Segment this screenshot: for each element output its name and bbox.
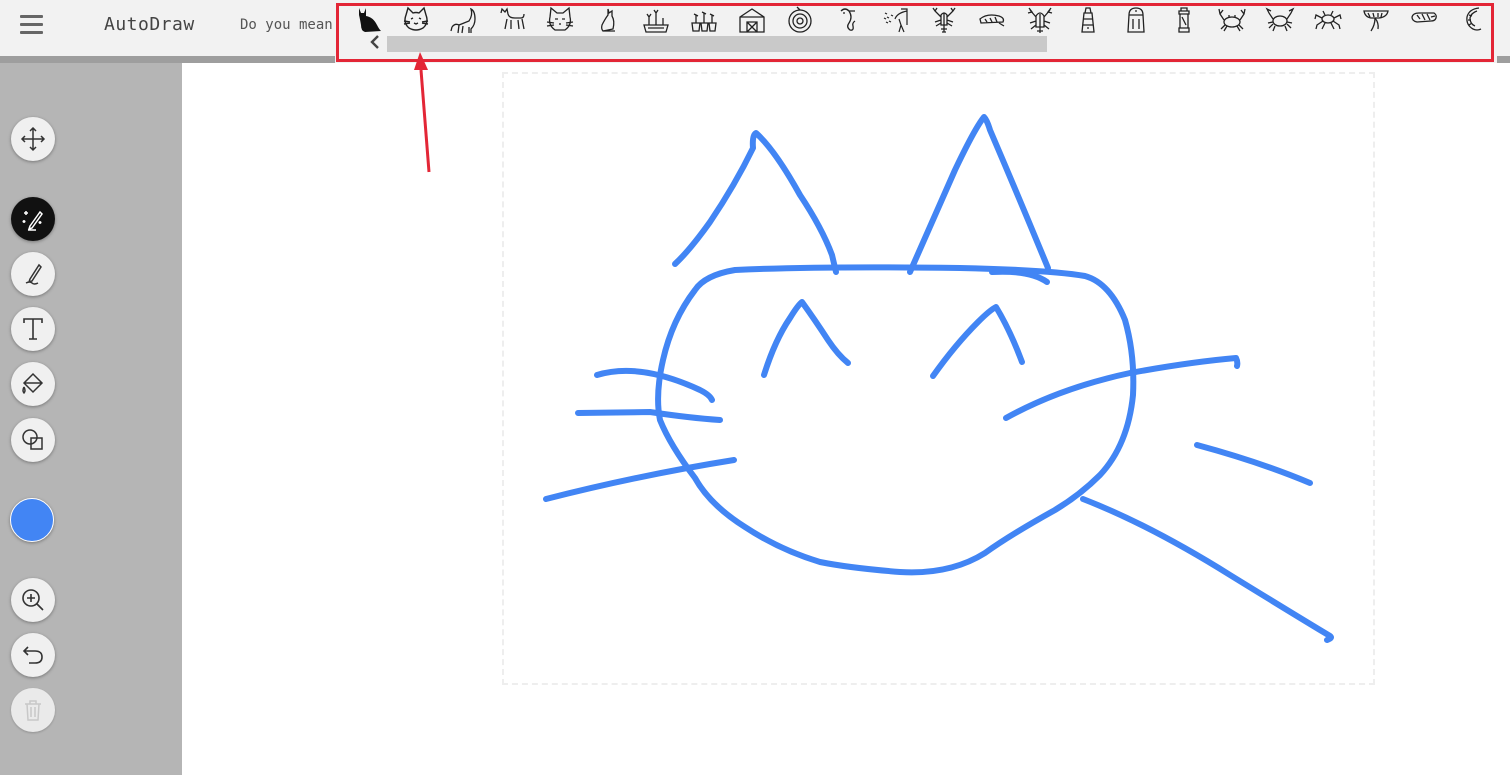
whisker-left-top	[594, 367, 715, 403]
whisker-right-bottom	[1080, 496, 1334, 643]
whisker-left-middle	[575, 409, 723, 423]
cat-drawing	[543, 114, 1334, 643]
whisker-right-top	[1003, 355, 1241, 421]
right-eye-stroke	[930, 304, 1025, 379]
left-eye-stroke	[761, 299, 851, 378]
right-ear-stroke	[907, 114, 1051, 275]
left-ear-stroke	[672, 130, 839, 275]
head-outline-stroke	[655, 264, 1137, 576]
whisker-right-middle	[1194, 442, 1313, 486]
